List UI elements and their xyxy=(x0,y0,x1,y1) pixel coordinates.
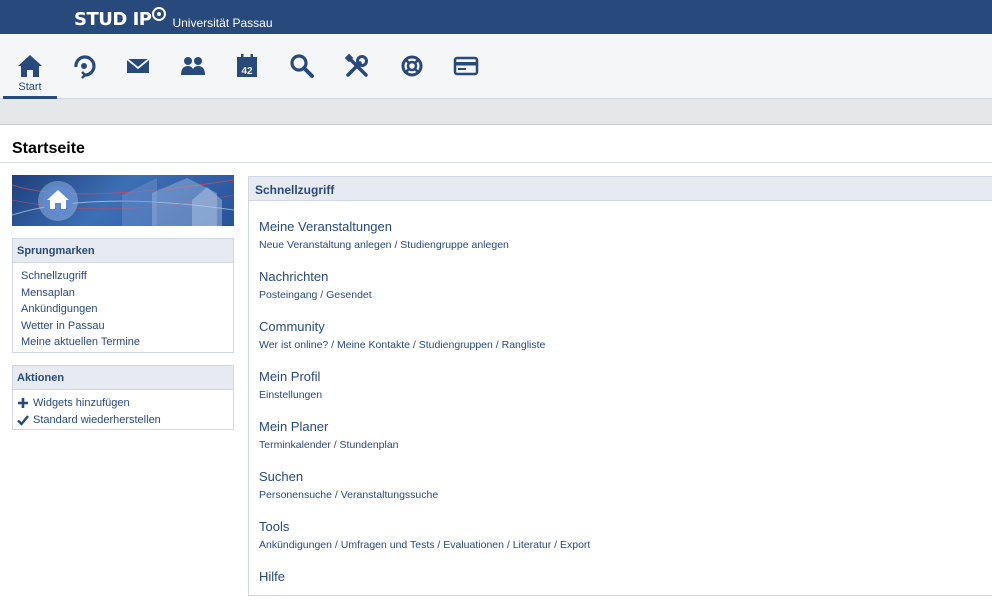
sidebar-banner-graphic xyxy=(12,178,234,226)
calendar-day-text: 42 xyxy=(241,66,253,77)
nav-start-label: Start xyxy=(18,81,42,93)
courses-icon xyxy=(74,55,96,79)
main-navigation: Start 42 xyxy=(0,34,992,99)
restore-default-action[interactable]: Standard wiederherstellen xyxy=(17,412,233,429)
quickaccess-item: Hilfe xyxy=(259,569,285,585)
nav-search[interactable] xyxy=(275,34,329,99)
quickaccess-item: Tools Ankündigungen / Umfragen und Tests… xyxy=(259,519,590,552)
quickaccess-item-links[interactable]: Wer ist online? / Meine Kontakte / Studi… xyxy=(259,338,545,352)
quickaccess-title: Schnellzugriff xyxy=(249,177,992,201)
jump-link-termine[interactable]: Meine aktuellen Termine xyxy=(21,334,233,351)
quickaccess-item-title[interactable]: Meine Veranstaltungen xyxy=(259,219,509,235)
quickaccess-item-links[interactable]: Ankündigungen / Umfragen und Tests / Eva… xyxy=(259,538,590,552)
quickaccess-item-links[interactable]: Personensuche / Veranstaltungssuche xyxy=(259,488,438,502)
jump-link-schnellzugriff[interactable]: Schnellzugriff xyxy=(21,268,233,285)
plus-icon xyxy=(18,398,28,409)
nav-start[interactable]: Start xyxy=(3,34,57,99)
home-icon xyxy=(18,55,42,77)
nav-card[interactable] xyxy=(439,34,493,99)
actions-title: Aktionen xyxy=(13,366,233,390)
quickaccess-item-links[interactable]: Posteingang / Gesendet xyxy=(259,288,372,302)
quickaccess-item-title[interactable]: Nachrichten xyxy=(259,269,372,285)
jump-link-ankuendigungen[interactable]: Ankündigungen xyxy=(21,301,233,318)
nav-tools[interactable] xyxy=(330,34,384,99)
quickaccess-item-title[interactable]: Hilfe xyxy=(259,569,285,585)
nav-community[interactable] xyxy=(166,34,220,99)
card-icon xyxy=(453,56,479,76)
community-icon xyxy=(181,57,205,75)
quickaccess-item-title[interactable]: Community xyxy=(259,319,545,335)
quickaccess-item-title[interactable]: Mein Profil xyxy=(259,369,322,385)
quickaccess-item: Meine Veranstaltungen Neue Veranstaltung… xyxy=(259,219,509,252)
secondary-bar xyxy=(0,99,992,125)
quickaccess-item-links[interactable]: Einstellungen xyxy=(259,388,322,402)
quickaccess-item: Nachrichten Posteingang / Gesendet xyxy=(259,269,372,302)
add-widgets-action[interactable]: Widgets hinzufügen xyxy=(17,395,233,412)
tools-icon xyxy=(344,53,368,77)
logo-text: STUD IP xyxy=(74,9,152,30)
restore-default-label: Standard wiederherstellen xyxy=(33,413,161,426)
quickaccess-item-title[interactable]: Suchen xyxy=(259,469,438,485)
jump-link-mensaplan[interactable]: Mensaplan xyxy=(21,285,233,302)
university-name: Universität Passau xyxy=(172,16,273,30)
jump-marks-title: Sprungmarken xyxy=(13,239,233,263)
title-divider xyxy=(0,162,992,163)
actions-panel: Aktionen Widgets hinzufügen Standard wie… xyxy=(12,365,234,430)
quickaccess-item: Mein Profil Einstellungen xyxy=(259,369,322,402)
help-icon xyxy=(401,55,423,77)
quickaccess-item: Mein Planer Terminkalender / Stundenplan xyxy=(259,419,399,452)
logo-ring-icon xyxy=(152,7,167,21)
nav-help[interactable] xyxy=(385,34,439,99)
brand-bar: STUD IP Universität Passau xyxy=(0,0,992,34)
quickaccess-item-title[interactable]: Mein Planer xyxy=(259,419,399,435)
quickaccess-item-links[interactable]: Terminkalender / Stundenplan xyxy=(259,438,399,452)
studip-logo[interactable]: STUD IP Universität Passau xyxy=(74,5,273,31)
quickaccess-item-title[interactable]: Tools xyxy=(259,519,590,535)
quickaccess-item: Suchen Personensuche / Veranstaltungssuc… xyxy=(259,469,438,502)
quickaccess-item: Community Wer ist online? / Meine Kontak… xyxy=(259,319,545,352)
mail-icon xyxy=(126,58,150,73)
nav-messages[interactable] xyxy=(111,34,165,99)
nav-planner[interactable]: 42 xyxy=(220,34,274,99)
jump-link-wetter[interactable]: Wetter in Passau xyxy=(21,318,233,335)
checkmark-icon xyxy=(17,415,29,426)
search-icon xyxy=(290,54,314,78)
add-widgets-label: Widgets hinzufügen xyxy=(33,397,130,409)
sidebar-banner xyxy=(12,175,234,226)
quickaccess-item-links[interactable]: Neue Veranstaltung anlegen / Studiengrup… xyxy=(259,238,509,252)
calendar-icon: 42 xyxy=(237,54,257,77)
jump-marks-panel: Sprungmarken Schnellzugriff Mensaplan An… xyxy=(12,238,234,353)
page-title: Startseite xyxy=(12,140,85,157)
quickaccess-widget: Schnellzugriff Meine Veranstaltungen Neu… xyxy=(248,176,992,596)
nav-courses[interactable] xyxy=(57,34,111,99)
